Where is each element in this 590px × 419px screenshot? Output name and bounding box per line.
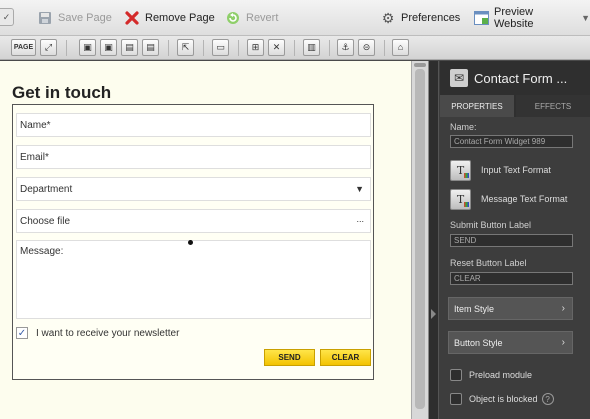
layout-toolstrip: PAGE ⤢ ▣ ▣ ▤ ▤ ⇱ ▭ ⊞ ✕ ▥ ⚓ ⊝ ⌂: [0, 36, 590, 60]
send-to-back-icon[interactable]: ▤: [142, 39, 159, 56]
bring-to-front-icon[interactable]: ▤: [121, 39, 138, 56]
text-format-icon: T: [450, 188, 471, 210]
department-label: Department: [20, 183, 73, 195]
resize-icon[interactable]: ⇱: [177, 39, 194, 56]
divider: [203, 40, 204, 56]
save-page-button[interactable]: Save Page: [37, 9, 112, 27]
message-textarea[interactable]: Message:: [16, 240, 371, 319]
check-icon: ✓: [2, 11, 11, 22]
button-style-label: Button Style: [454, 337, 503, 348]
message-text-format-label: Message Text Format: [481, 194, 568, 204]
revert-button[interactable]: Revert: [225, 9, 278, 27]
preview-window-icon: [474, 10, 489, 26]
panel-collapse-strip[interactable]: [429, 61, 439, 419]
editor-canvas[interactable]: Get in touch Name* Email* Department ▼ C…: [0, 61, 411, 419]
object-blocked-label: Object is blocked: [469, 394, 538, 404]
message-label: Message:: [20, 246, 64, 257]
chevron-right-icon: ›: [561, 337, 565, 348]
input-text-format-label: Input Text Format: [481, 165, 551, 175]
disk-icon: [37, 10, 53, 26]
object-blocked-row[interactable]: Object is blocked ?: [450, 392, 554, 406]
remove-page-button[interactable]: Remove Page: [124, 9, 215, 27]
page-title: Get in touch: [12, 83, 112, 102]
email-field-label: Email*: [20, 151, 49, 163]
file-upload-field[interactable]: Choose file ...: [16, 209, 371, 233]
preload-module-row[interactable]: Preload module: [450, 368, 532, 382]
remove-page-label: Remove Page: [145, 12, 215, 24]
preferences-button[interactable]: ⚙ Preferences: [380, 9, 461, 27]
name-field-label: Name*: [20, 119, 51, 131]
send-button[interactable]: SEND: [264, 349, 315, 366]
page-align-button[interactable]: PAGE: [11, 39, 36, 56]
divider: [384, 40, 385, 56]
delete-icon[interactable]: ✕: [268, 39, 285, 56]
lock-icon[interactable]: ⌂: [392, 39, 409, 56]
preview-website-label: Preview Website: [494, 6, 534, 30]
email-field[interactable]: Email*: [16, 145, 371, 169]
red-x-icon: [124, 10, 140, 26]
divider: [66, 40, 67, 56]
gear-icon: ⚙: [381, 10, 395, 26]
panel-tabs: PROPERTIES EFFECTS: [440, 95, 590, 117]
name-field[interactable]: Name*: [16, 113, 371, 137]
contact-form-widget[interactable]: Name* Email* Department ▼ Choose file ..…: [12, 104, 374, 380]
center-icon[interactable]: ▭: [212, 39, 229, 56]
preview-website-button[interactable]: Preview Website ▼: [474, 6, 590, 30]
tab-properties[interactable]: PROPERTIES: [440, 95, 514, 117]
input-text-format-button[interactable]: T Input Text Format: [450, 159, 551, 181]
send-backward-icon[interactable]: ▣: [100, 39, 117, 56]
chevron-right-icon: ›: [561, 303, 565, 314]
scrollbar-thumb[interactable]: [415, 69, 425, 409]
preload-module-checkbox[interactable]: [450, 369, 462, 381]
choose-file-label: Choose file: [20, 215, 71, 227]
newsletter-checkbox[interactable]: ✓: [16, 327, 28, 339]
panel-header: ✉ Contact Form ...: [440, 61, 590, 95]
divider: [329, 40, 330, 56]
properties-panel: ✉ Contact Form ... PROPERTIES EFFECTS Na…: [429, 61, 590, 419]
group-icon[interactable]: ⊞: [247, 39, 264, 56]
fit-icon[interactable]: ⤢: [40, 39, 57, 56]
panel-title: Contact Form ...: [474, 70, 568, 86]
department-select[interactable]: Department ▼: [16, 177, 371, 201]
form-widget-icon: ✉: [450, 69, 468, 87]
clear-button[interactable]: CLEAR: [320, 349, 371, 366]
divider: [238, 40, 239, 56]
submit-label-title: Submit Button Label: [450, 220, 532, 230]
reset-label-title: Reset Button Label: [450, 258, 527, 268]
chevron-down-icon[interactable]: ▼: [581, 13, 590, 23]
object-blocked-checkbox[interactable]: [450, 393, 462, 405]
name-label: Name:: [450, 122, 477, 132]
help-icon[interactable]: ?: [541, 393, 554, 405]
preferences-label: Preferences: [401, 12, 461, 24]
chevron-down-icon: ▼: [355, 184, 364, 194]
browse-button[interactable]: ...: [356, 214, 364, 224]
submit-label-input[interactable]: SEND: [450, 234, 573, 247]
message-text-format-button[interactable]: T Message Text Format: [450, 188, 567, 210]
divider: [168, 40, 169, 56]
item-style-button[interactable]: Item Style ›: [448, 297, 573, 320]
newsletter-checkbox-row[interactable]: ✓ I want to receive your newsletter: [16, 324, 179, 342]
divider: [294, 40, 295, 56]
anchor-icon[interactable]: ⚓: [337, 39, 354, 56]
tab-effects[interactable]: EFFECTS: [516, 95, 590, 117]
save-page-label: Save Page: [58, 12, 112, 24]
button-style-button[interactable]: Button Style ›: [448, 331, 573, 354]
collapse-toggle[interactable]: ✓: [0, 8, 14, 26]
collapse-arrow-icon[interactable]: [431, 309, 436, 319]
grid-icon[interactable]: ▥: [303, 39, 320, 56]
item-style-label: Item Style: [454, 303, 495, 314]
revert-icon: [225, 10, 241, 26]
preload-module-label: Preload module: [469, 370, 533, 380]
selection-handle[interactable]: [188, 240, 193, 245]
name-input[interactable]: Contact Form Widget 989: [450, 135, 573, 148]
reset-label-input[interactable]: CLEAR: [450, 272, 573, 285]
link-icon[interactable]: ⊝: [358, 39, 375, 56]
revert-label: Revert: [246, 12, 279, 24]
bring-forward-icon[interactable]: ▣: [79, 39, 96, 56]
canvas-scrollbar[interactable]: [411, 61, 429, 419]
scrollbar-top-grip[interactable]: [414, 63, 426, 67]
text-format-icon: T: [450, 159, 471, 181]
newsletter-label: I want to receive your newsletter: [36, 327, 180, 339]
top-toolbar: ✓ Save Page Remove Page Revert ⚙ Prefere…: [0, 0, 590, 36]
